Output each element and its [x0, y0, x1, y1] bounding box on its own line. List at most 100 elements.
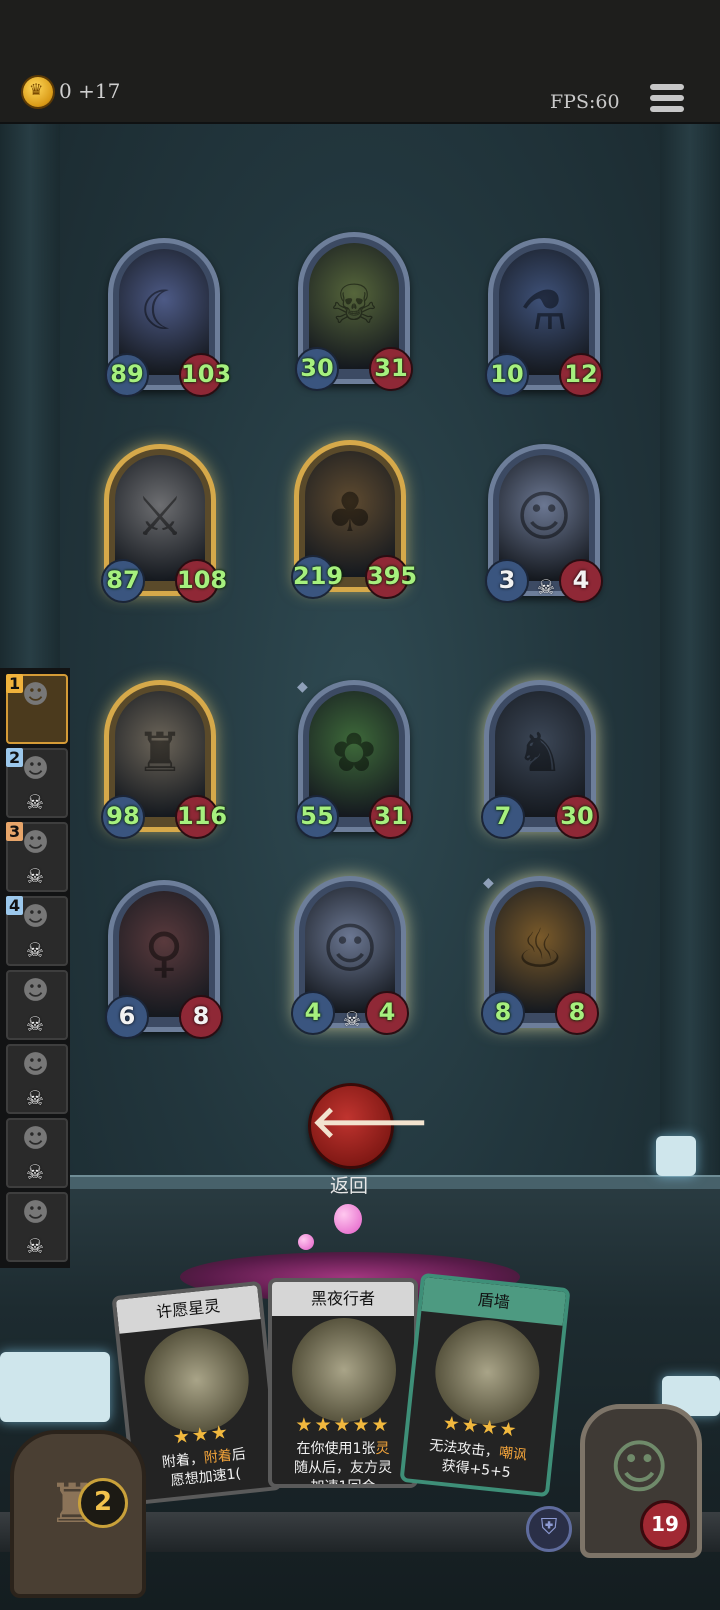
deck[interactable]: ♜ [10, 1430, 146, 1598]
health-stat: 8 [555, 991, 599, 1035]
board-card-pinocchio-2[interactable]: ☺ 4 4 ☠ [291, 876, 409, 1035]
unit-face-icon: ☻ [22, 902, 50, 932]
desc-text: 后 [230, 1446, 247, 1464]
queue-slot[interactable]: ☻ 1 [6, 674, 68, 744]
desc-text: 无法攻击， [428, 1437, 500, 1461]
attack-stat: 7 [481, 795, 525, 839]
attack-stat: 3 [485, 559, 529, 603]
skull-icon: ☠ [26, 938, 44, 962]
skull-icon: ☠ [26, 790, 44, 814]
queue-slot[interactable]: ☻ ☠ 4 [6, 896, 68, 966]
desc-text: 获得+5+5 [440, 1457, 512, 1482]
health-stat: 30 [555, 795, 599, 839]
health-stat: 103 [179, 353, 231, 397]
card-art-icon: ♀ [144, 921, 184, 984]
hand-card[interactable]: 黑夜行者 ★★★★★ 在你使用1张灵 随从后，友方灵 加速1回合 [268, 1278, 418, 1488]
card-art-icon: ☾ [139, 279, 189, 342]
board-card-bush-creature[interactable]: ✿ ◆ 55 31 [295, 679, 413, 839]
queue-number: 1 [6, 674, 24, 693]
board-card-treant[interactable]: ♣ 219 395 [291, 440, 417, 599]
board-card-medusa[interactable]: ♀ 6 8 [105, 880, 223, 1039]
desc-keyword: 嘲讽 [498, 1444, 528, 1464]
candles-left [0, 1352, 110, 1422]
bubble [298, 1234, 314, 1250]
health-stat: 395 [365, 555, 417, 599]
coin-icon [23, 77, 53, 107]
attack-stat: 8 [481, 991, 525, 1035]
unit-face-icon: ☻ [22, 976, 50, 1006]
attack-stat: 87 [101, 559, 145, 603]
queue-slot[interactable]: ☻ ☠ 3 [6, 822, 68, 892]
menu-icon[interactable] [650, 84, 684, 118]
card-art-icon: ✿ [331, 721, 377, 784]
skull-icon: ☠ [343, 1007, 361, 1031]
desc-keyword: 附着 [203, 1447, 233, 1467]
skull-icon: ☠ [26, 1086, 44, 1110]
desc-text: 愿想加速1( [170, 1465, 242, 1490]
desc-text: 在你使用1张 [296, 1441, 376, 1457]
attack-stat: 10 [485, 353, 529, 397]
hand-card-description: 无法攻击，嘲讽 获得+5+5 [410, 1435, 543, 1486]
unit-face-icon: ☻ [22, 1198, 50, 1228]
card-art-icon: ♨ [515, 917, 565, 980]
board-card-goblin-wizard[interactable]: ☠ 30 31 [295, 232, 413, 391]
desc-keyword: 灵 [375, 1441, 390, 1457]
queue-slot[interactable]: ☻ ☠ [6, 1118, 68, 1188]
fps-counter: FPS:60 [550, 91, 620, 113]
hero-face-icon: ☺ [609, 1433, 670, 1501]
star-rating: ★★★★★ [295, 1414, 391, 1436]
attack-stat: 4 [291, 991, 335, 1035]
board-card-rhino-warrior[interactable]: ⚔ 87 108 [101, 444, 227, 603]
board-card-berserker[interactable]: ♨ ◆ 8 8 [481, 875, 599, 1035]
card-art-icon: ♞ [515, 721, 565, 784]
attack-stat: 55 [295, 795, 339, 839]
skull-icon: ☠ [26, 1160, 44, 1184]
deck-count-badge: 2 [78, 1478, 128, 1528]
board-card-alchemist[interactable]: ⚗ 10 12 [485, 238, 603, 397]
health-stat: 12 [559, 353, 603, 397]
queue-slot[interactable]: ☻ ☠ [6, 970, 68, 1040]
queue-number: 3 [6, 822, 24, 841]
desc-text: 加速1回合 [310, 1479, 376, 1488]
board-card-werewolf[interactable]: ♞ 7 30 [481, 680, 599, 839]
card-art-icon: ⚔ [135, 485, 185, 548]
desc-text: 附着， [161, 1450, 205, 1471]
health-stat: 4 [559, 559, 603, 603]
health-stat: 31 [369, 795, 413, 839]
unit-face-icon: ☻ [22, 1050, 50, 1080]
queue-slot[interactable]: ☻ ☠ [6, 1044, 68, 1114]
card-art-icon: ♜ [135, 721, 185, 784]
health-stat: 116 [175, 795, 227, 839]
hand-card-description: 附着，附着后 愿想加速1( [138, 1443, 271, 1494]
queue-number: 2 [6, 748, 24, 767]
board-card-dark-ranger[interactable]: ☾ 89 103 [105, 238, 231, 397]
health-stat: 31 [369, 347, 413, 391]
shield-icon[interactable]: ⛨ [526, 1506, 572, 1552]
right-pillar [660, 122, 720, 1182]
queue-slot[interactable]: ☻ ☠ 2 [6, 748, 68, 818]
attack-stat: 6 [105, 995, 149, 1039]
turn-queue: ☻ 1 ☻ ☠ 2 ☻ ☠ 3 ☻ ☠ 4 ☻ ☠ ☻ ☠ ☻ ☠ ☻ ☠ [0, 668, 70, 1268]
currency-display: 0 +17 [59, 79, 121, 103]
game-stage: 0 +17 FPS:60 ☾89103☠3031⚗1012⚔87108♣2193… [0, 0, 720, 1610]
unit-face-icon: ☻ [22, 1124, 50, 1154]
back-label: 返回 [329, 1175, 368, 1197]
diamond-icon: ◆ [483, 875, 494, 891]
attack-stat: 30 [295, 347, 339, 391]
top-bar: 0 +17 FPS:60 [0, 0, 720, 124]
diamond-icon: ◆ [297, 679, 308, 695]
back-button[interactable]: 🡐 [308, 1083, 429, 1169]
board-card-knight[interactable]: ♜ 98 116 [101, 680, 227, 839]
candles-right [656, 1136, 696, 1176]
attack-stat: 98 [101, 795, 145, 839]
card-art-icon: ☠ [329, 273, 379, 336]
board-card-pinocchio[interactable]: ☺ 3 4 ☠ [485, 444, 603, 603]
hand-card[interactable]: 盾墙 ★★★★ 无法攻击，嘲讽 获得+5+5 [399, 1272, 571, 1498]
unit-face-icon: ☻ [22, 680, 50, 710]
queue-slot[interactable]: ☻ ☠ [6, 1192, 68, 1262]
desc-text: 随从后，友方灵 [294, 1460, 392, 1476]
card-art-icon: ☺ [515, 485, 573, 548]
card-art-icon: ⚗ [519, 279, 569, 342]
skull-icon: ☠ [537, 575, 555, 599]
unit-face-icon: ☻ [22, 828, 50, 858]
